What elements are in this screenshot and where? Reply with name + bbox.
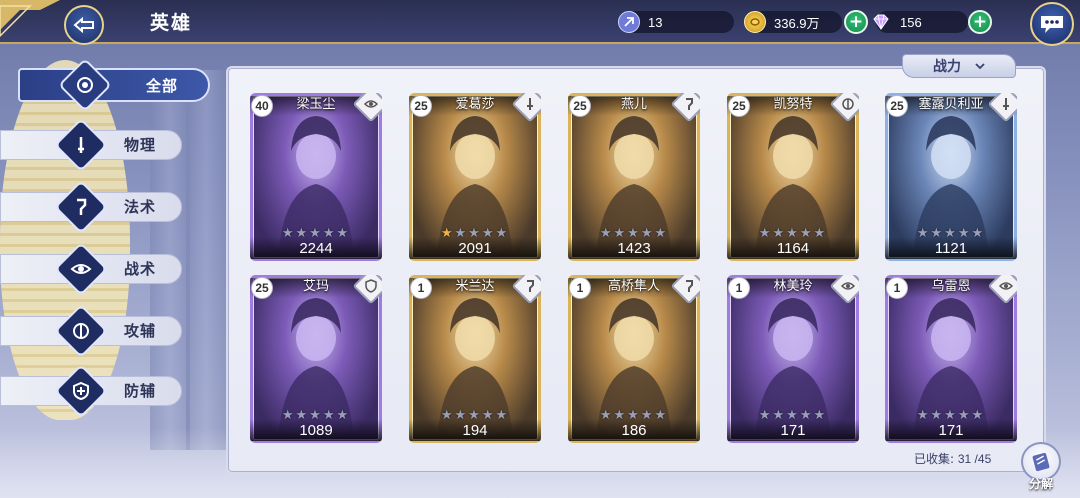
top-bar: 英雄 13 336.9万 + 156 + (0, 0, 1080, 46)
hero-power: 186 (568, 419, 700, 441)
hero-power: 171 (727, 419, 859, 441)
collection-progress: 已收集: 31 /45 (914, 450, 991, 467)
hero-card[interactable]: 米兰达 1 ★★★★★ 194 (409, 275, 541, 443)
hero-level-badge: 1 (886, 277, 908, 299)
tab-tactics[interactable]: 战术 (0, 242, 190, 296)
hero-card[interactable]: 塞露贝利亚 25 ★★★★★ 1121 (885, 93, 1017, 261)
decompose-button[interactable]: 分解 (1018, 442, 1064, 492)
back-arrow-icon (73, 17, 94, 33)
hero-level-badge: 40 (251, 95, 273, 117)
tab-defense-support-label: 防辅 (124, 382, 157, 400)
hero-power: 1423 (568, 237, 700, 259)
tab-attack-support[interactable]: 攻辅 (0, 304, 190, 358)
decompose-label: 分解 (1028, 477, 1053, 491)
hero-card[interactable]: 梁玉尘 40 ★★★★★ 2244 (250, 93, 382, 261)
hero-power: 2091 (409, 237, 541, 259)
hero-level-badge: 25 (251, 277, 273, 299)
hero-card[interactable]: 林美玲 1 ★★★★★ 171 (727, 275, 859, 443)
hero-level-badge: 25 (886, 95, 908, 117)
tab-magic-label: 法术 (124, 198, 157, 216)
tab-attack-support-label: 攻辅 (124, 322, 157, 340)
hero-level-badge: 1 (569, 277, 591, 299)
resource-energy-value: 13 (648, 14, 663, 30)
corner-ornament-icon (0, 0, 60, 38)
hero-card[interactable]: 凯努特 25 ★★★★★ 1164 (727, 93, 859, 261)
hero-level-badge: 25 (410, 95, 432, 117)
diamond-gem-icon (870, 11, 892, 33)
tab-all-label: 全部 (146, 77, 179, 95)
physical-sword-icon (54, 118, 108, 172)
chat-bubble-icon (1041, 16, 1063, 33)
hero-level-badge: 25 (728, 95, 750, 117)
tab-physical-label: 物理 (124, 136, 157, 154)
chevron-down-icon (975, 63, 985, 69)
magic-staff-icon (54, 180, 108, 234)
tab-defense-support[interactable]: 防辅 (0, 364, 190, 418)
hero-power: 1089 (250, 419, 382, 441)
collected-value: 31 /45 (957, 452, 992, 466)
sort-label: 战力 (933, 59, 961, 75)
hero-card[interactable]: 燕儿 25 ★★★★★ 1423 (568, 93, 700, 261)
background-egg-ornament (0, 60, 130, 420)
tab-background (18, 68, 210, 102)
hero-power: 1164 (727, 237, 859, 259)
resource-gold-value: 336.9万 (774, 15, 820, 31)
hero-card[interactable]: 爱葛莎 25 ★★★★★ 2091 (409, 93, 541, 261)
hero-power: 194 (409, 419, 541, 441)
energy-crystal-icon (618, 11, 640, 33)
add-diamond-button[interactable]: + (968, 10, 992, 34)
attack-support-icon (54, 304, 108, 358)
hero-level-badge: 25 (569, 95, 591, 117)
resource-gold: 336.9万 (744, 11, 842, 33)
resource-diamond: 156 (873, 11, 968, 33)
hero-power: 2244 (250, 237, 382, 259)
background-pillar (186, 70, 226, 450)
hero-card[interactable]: 艾玛 25 ★★★★★ 1089 (250, 275, 382, 443)
tab-tactics-label: 战术 (124, 260, 157, 278)
hero-level-badge: 1 (410, 277, 432, 299)
collected-label: 已收集: (914, 452, 955, 466)
resource-energy: 13 (618, 11, 734, 33)
add-gold-button[interactable]: + (844, 10, 868, 34)
hero-card[interactable]: 高桥隼人 1 ★★★★★ 186 (568, 275, 700, 443)
chat-button[interactable] (1030, 2, 1074, 46)
sort-dropdown[interactable]: 战力 (902, 54, 1016, 78)
hero-level-badge: 1 (728, 277, 750, 299)
gold-coin-icon (744, 11, 766, 33)
all-circle-icon (58, 58, 112, 112)
page-title: 英雄 (150, 12, 193, 34)
tactics-eye-icon (54, 242, 108, 296)
tab-magic[interactable]: 法术 (0, 180, 190, 234)
hero-card[interactable]: 乌雷恩 1 ★★★★★ 171 (885, 275, 1017, 443)
tab-physical[interactable]: 物理 (0, 118, 190, 172)
tab-all[interactable]: 全部 (0, 58, 210, 112)
back-button[interactable] (64, 5, 104, 45)
hero-power: 171 (885, 419, 1017, 441)
hero-power: 1121 (885, 237, 1017, 259)
defense-shield-icon (54, 364, 108, 418)
resource-diamond-value: 156 (900, 14, 922, 30)
